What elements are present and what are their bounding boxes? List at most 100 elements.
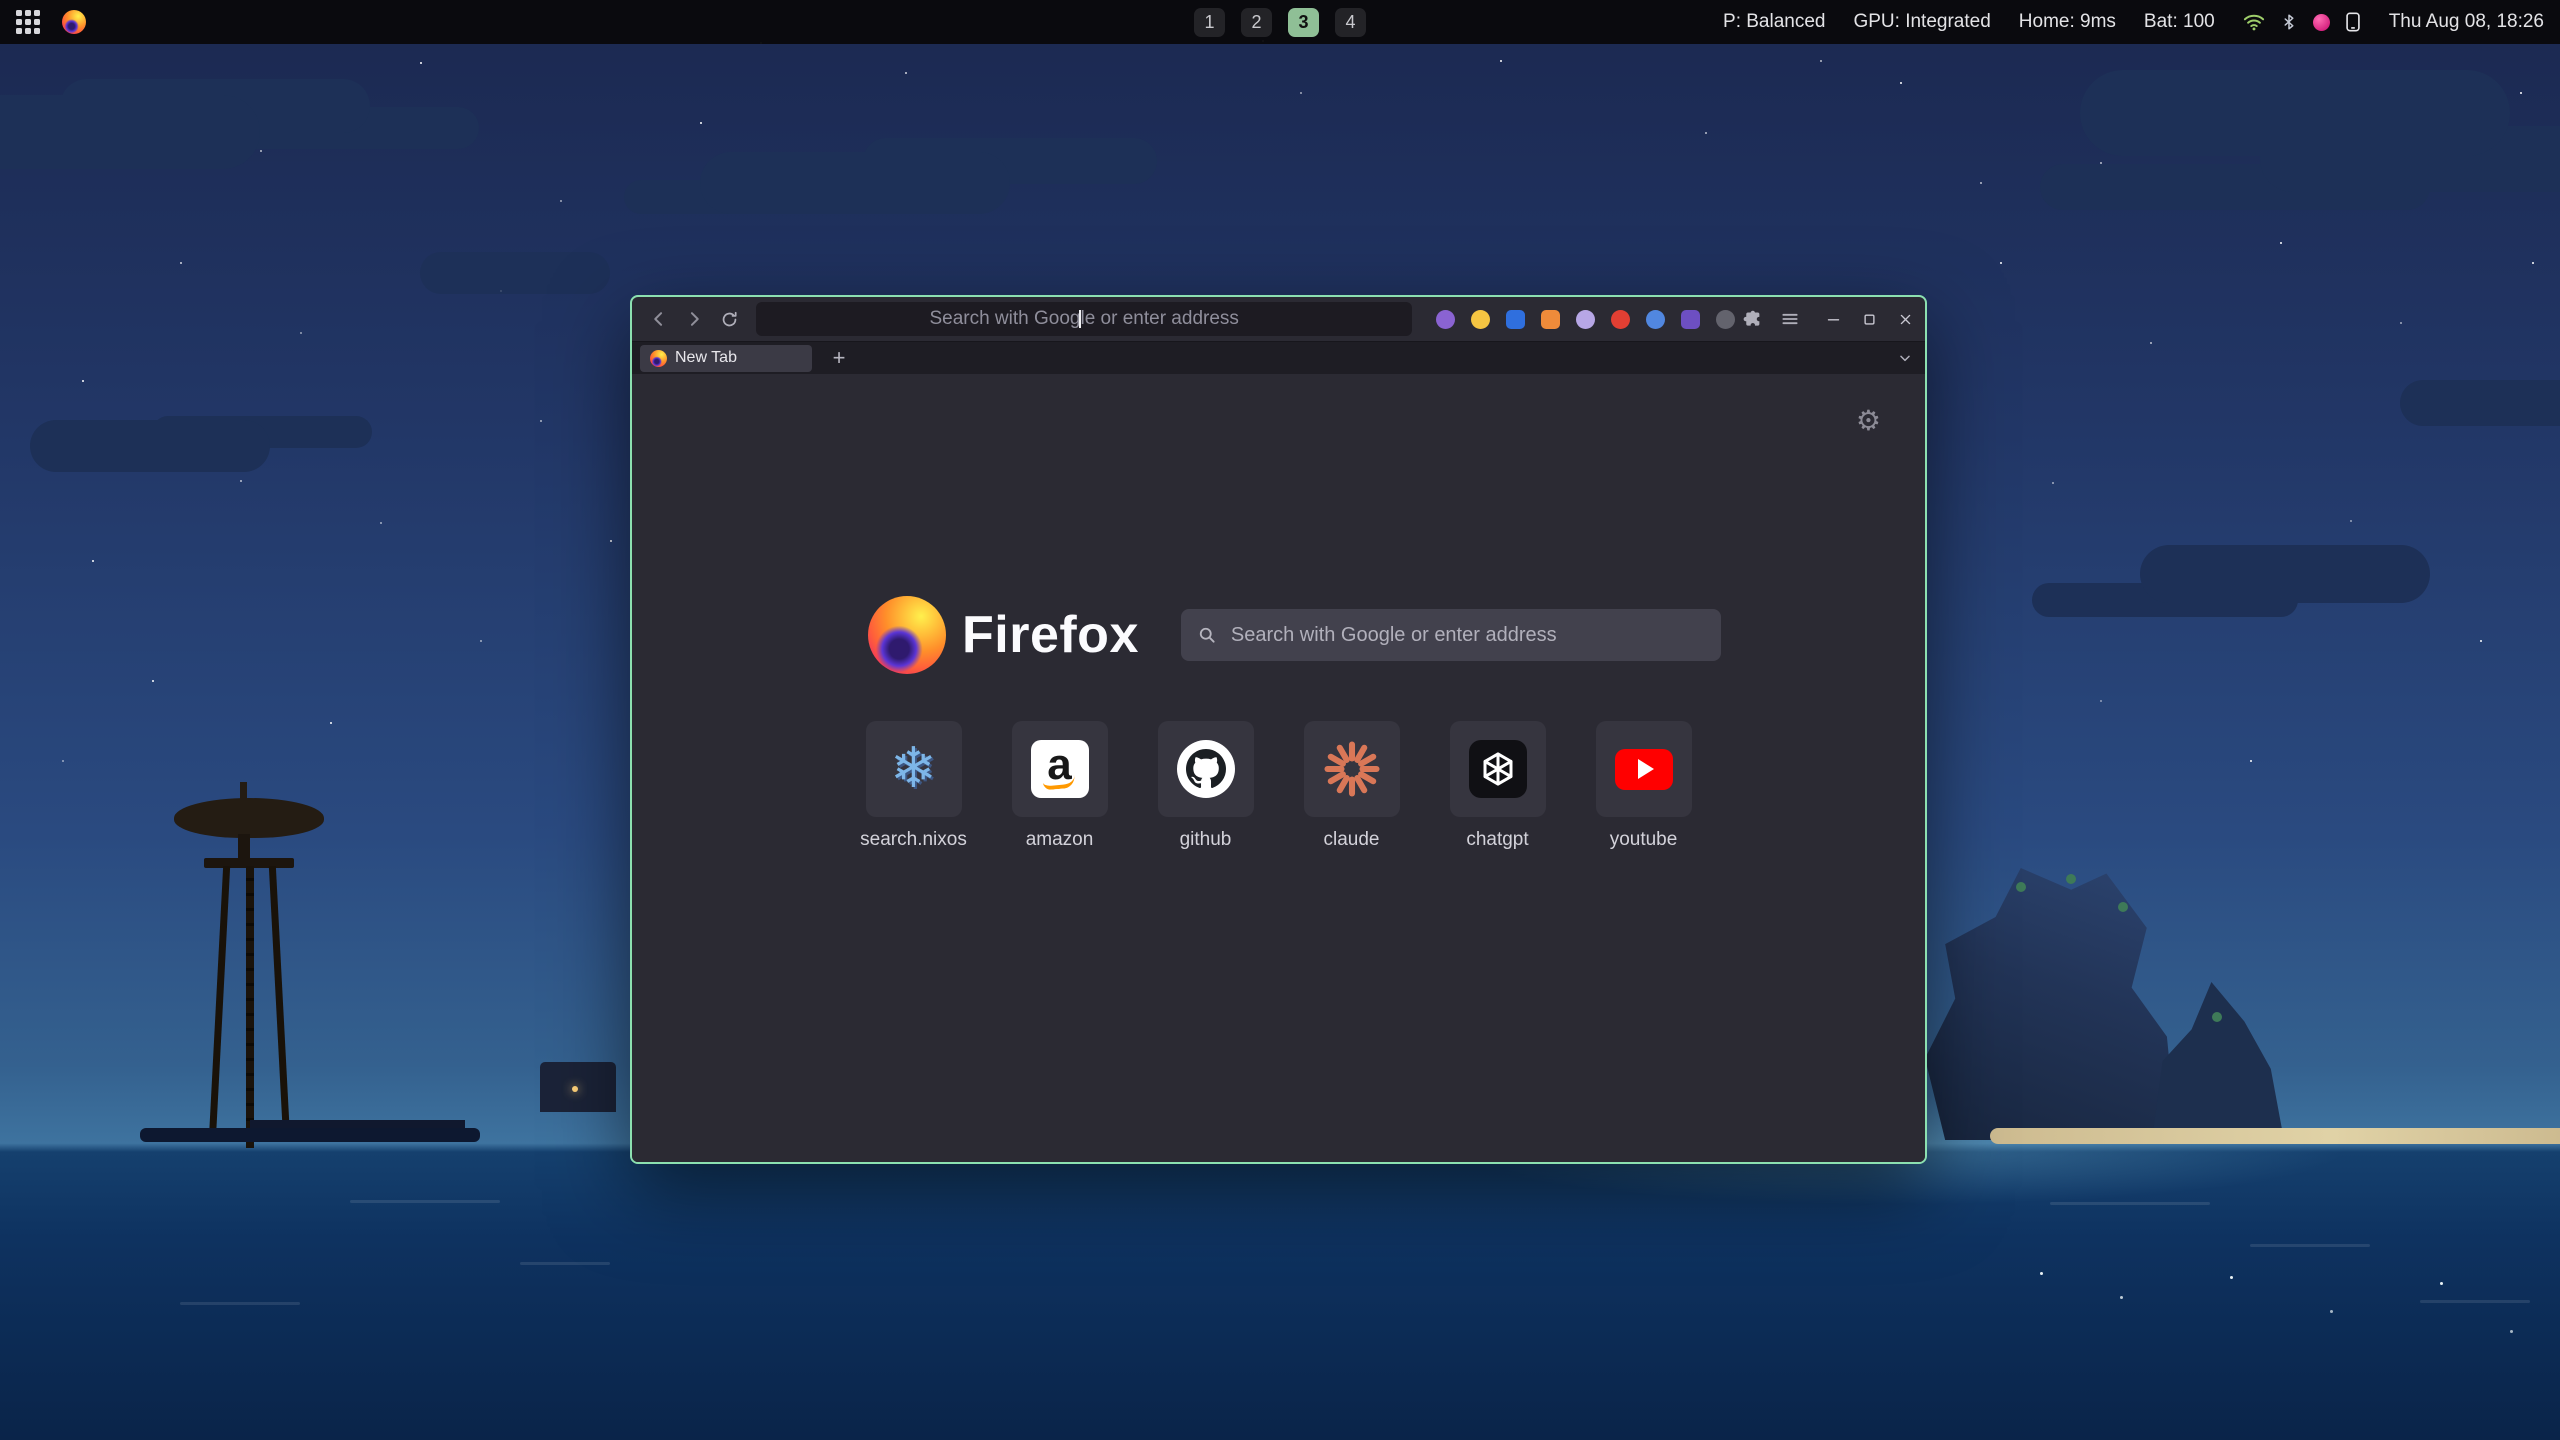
- workspace-switcher: 1 2 3 4: [1194, 8, 1366, 37]
- extension-5-icon[interactable]: [1576, 310, 1595, 329]
- workspace-button-1[interactable]: 1: [1194, 8, 1225, 37]
- island-bush: [2066, 874, 2076, 884]
- extension-7-icon[interactable]: [1646, 310, 1665, 329]
- power-profile-status: P: Balanced: [1723, 11, 1825, 33]
- new-tab-page: ⚙ Firefox ❄ search.nixos: [632, 374, 1925, 1162]
- firefox-wordmark: Firefox: [962, 605, 1139, 665]
- newtab-search-bar[interactable]: [1181, 609, 1721, 661]
- beach-strip: [1990, 1128, 2560, 1144]
- shortcut-label: github: [1180, 829, 1232, 851]
- gpu-status: GPU: Integrated: [1853, 11, 1990, 33]
- chatgpt-knot-icon: [1469, 740, 1527, 798]
- url-bar[interactable]: Search with Google or enter address: [756, 302, 1412, 336]
- window-controls: [1826, 312, 1913, 327]
- shortcut-search-nixos[interactable]: ❄ search.nixos: [865, 721, 963, 851]
- water-streak: [520, 1262, 610, 1265]
- extension-2-icon[interactable]: [1471, 310, 1490, 329]
- cloud: [700, 152, 1010, 214]
- nixos-snowflake-icon: ❄: [890, 741, 937, 797]
- workspace-button-4[interactable]: 4: [1335, 8, 1366, 37]
- cloud: [2140, 545, 2430, 603]
- extensions-puzzle-icon[interactable]: [1741, 309, 1762, 330]
- cloud: [420, 252, 610, 294]
- wifi-icon[interactable]: [2243, 12, 2265, 32]
- shortcut-tile: [1158, 721, 1254, 817]
- ping-status: Home: 9ms: [2019, 11, 2116, 33]
- hut-silhouette: [540, 1062, 616, 1112]
- shortcut-claude[interactable]: claude: [1303, 721, 1401, 851]
- menu-hamburger-icon[interactable]: [1780, 309, 1800, 329]
- youtube-play-icon: [1615, 749, 1673, 790]
- shortcut-label: youtube: [1610, 829, 1678, 851]
- shortcut-youtube[interactable]: youtube: [1595, 721, 1693, 851]
- shortcut-github[interactable]: github: [1157, 721, 1255, 851]
- water-streak: [2420, 1300, 2530, 1303]
- extension-8-icon[interactable]: [1681, 310, 1700, 329]
- shortcut-tile: ❄: [866, 721, 962, 817]
- reload-button[interactable]: [715, 304, 744, 334]
- shortcut-amazon[interactable]: a amazon: [1011, 721, 1109, 851]
- cloud: [0, 95, 260, 169]
- firefox-launcher-icon[interactable]: [62, 10, 86, 34]
- firefox-window: Search with Google or enter address: [630, 295, 1927, 1164]
- workspace-button-2[interactable]: 2: [1241, 8, 1272, 37]
- extension-6-icon[interactable]: [1611, 310, 1630, 329]
- pier-silhouette: [250, 1120, 465, 1128]
- tab-favicon: [650, 350, 667, 367]
- app-launcher-icon[interactable]: [16, 10, 40, 34]
- minimize-button[interactable]: [1826, 312, 1841, 327]
- shore-rocks: [140, 1128, 480, 1142]
- maximize-button[interactable]: [1862, 312, 1877, 327]
- workspace-button-3[interactable]: 3: [1288, 8, 1319, 37]
- tab-label: New Tab: [675, 349, 737, 367]
- new-tab-button[interactable]: +: [826, 345, 852, 371]
- magenta-indicator-icon[interactable]: [2313, 14, 2330, 31]
- shortcut-tile: [1596, 721, 1692, 817]
- water-streak: [180, 1302, 300, 1305]
- bluetooth-icon[interactable]: [2280, 12, 2298, 32]
- cloud: [2080, 70, 2510, 156]
- tab-new-tab[interactable]: New Tab: [640, 345, 812, 372]
- extension-1-icon[interactable]: [1436, 310, 1455, 329]
- browser-toolbar: Search with Google or enter address: [632, 297, 1925, 341]
- extension-row: [1436, 310, 1735, 329]
- device-icon[interactable]: [2345, 12, 2361, 32]
- shortcut-row: ❄ search.nixos a amazon github: [632, 721, 1925, 851]
- newtab-search-input[interactable]: [1229, 623, 1705, 648]
- search-icon: [1197, 625, 1217, 645]
- extension-9-icon[interactable]: [1716, 310, 1735, 329]
- shortcut-tile: [1450, 721, 1546, 817]
- claude-starburst-icon: [1324, 741, 1380, 797]
- close-button[interactable]: [1898, 312, 1913, 327]
- island-bush: [2118, 902, 2128, 912]
- island-bush: [2212, 1012, 2222, 1022]
- back-button[interactable]: [644, 304, 673, 334]
- extension-4-icon[interactable]: [1541, 310, 1560, 329]
- list-all-tabs-chevron-icon[interactable]: [1897, 350, 1913, 366]
- system-tray: [2243, 12, 2361, 32]
- status-bar: 1 2 3 4 P: Balanced GPU: Integrated Home…: [0, 0, 2560, 44]
- water-streak: [2250, 1244, 2370, 1247]
- extension-3-icon[interactable]: [1506, 310, 1525, 329]
- personalize-gear-icon[interactable]: ⚙: [1850, 406, 1887, 436]
- tab-bar: New Tab +: [632, 341, 1925, 374]
- amazon-icon: a: [1031, 740, 1089, 798]
- url-bar-placeholder: Search with Google or enter address: [929, 308, 1238, 330]
- shortcut-label: chatgpt: [1466, 829, 1528, 851]
- shortcut-tile: a: [1012, 721, 1108, 817]
- shortcut-label: claude: [1324, 829, 1380, 851]
- shortcut-tile: [1304, 721, 1400, 817]
- text-caret: [1079, 310, 1081, 328]
- water-streak: [2050, 1202, 2210, 1205]
- forward-button[interactable]: [679, 304, 708, 334]
- watchtower-silhouette: [168, 790, 338, 1148]
- newtab-hero: Firefox: [868, 596, 1721, 674]
- clock: Thu Aug 08, 18:26: [2389, 11, 2544, 33]
- github-octocat-icon: [1177, 740, 1235, 798]
- cloud: [30, 420, 270, 472]
- firefox-logo: [868, 596, 946, 674]
- island-bush: [2016, 882, 2026, 892]
- battery-status: Bat: 100: [2144, 11, 2215, 33]
- shortcut-label: amazon: [1026, 829, 1094, 851]
- shortcut-chatgpt[interactable]: chatgpt: [1449, 721, 1547, 851]
